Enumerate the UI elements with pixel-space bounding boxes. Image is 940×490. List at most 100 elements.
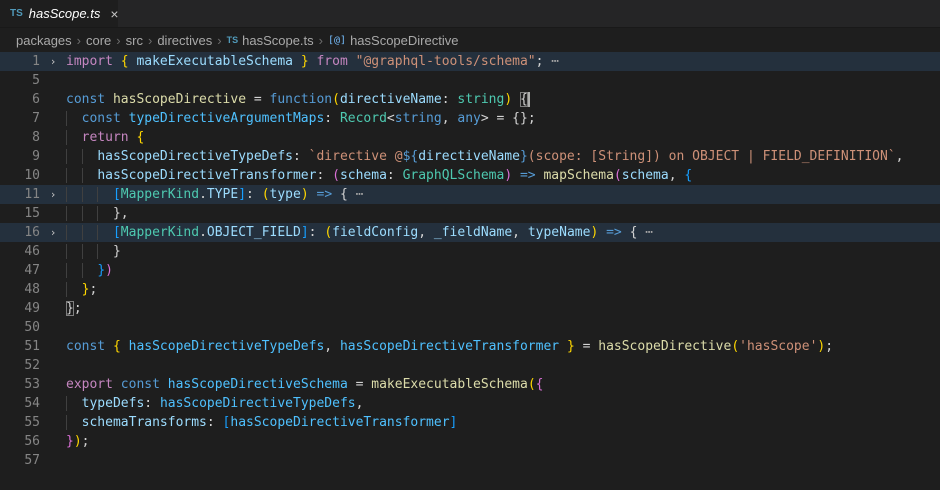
code-line[interactable]: 46 }: [0, 242, 940, 261]
code-line[interactable]: 47 }): [0, 261, 940, 280]
code-token: GraphQLSchema: [403, 168, 505, 183]
code-token: ): [74, 434, 82, 449]
indent-guide: [97, 187, 113, 202]
line-number[interactable]: 15: [0, 204, 40, 223]
code-token: [121, 339, 129, 354]
line-number[interactable]: 6: [0, 90, 40, 109]
breadcrumb-item-directives[interactable]: directives: [157, 33, 212, 48]
code-line[interactable]: 51const { hasScopeDirectiveTypeDefs, has…: [0, 337, 940, 356]
breadcrumb-item-src[interactable]: src: [126, 33, 143, 48]
line-number[interactable]: 9: [0, 147, 40, 166]
code-line[interactable]: 50: [0, 318, 940, 337]
code-line[interactable]: 53export const hasScopeDirectiveSchema =…: [0, 375, 940, 394]
line-number[interactable]: 48: [0, 280, 40, 299]
breadcrumb-label: directives: [157, 33, 212, 48]
indent-guide: [82, 187, 98, 202]
code-token: (: [332, 168, 340, 183]
code-line[interactable]: 57: [0, 451, 940, 470]
code-token: "@graphql-tools/schema": [356, 54, 536, 69]
code-token: schema: [340, 168, 387, 183]
line-number[interactable]: 55: [0, 413, 40, 432]
code-line[interactable]: 11› [MapperKind.TYPE]: (type) => { ⋯: [0, 185, 940, 204]
fold-chevron-icon[interactable]: ›: [40, 185, 66, 204]
code-text: hasScopeDirectiveTransformer: (schema: G…: [66, 166, 940, 185]
code-token: function: [270, 92, 333, 107]
code-token: type: [270, 187, 301, 202]
fold-gutter: [40, 261, 66, 280]
breadcrumb-item-hasscope-ts[interactable]: TShasScope.ts: [227, 33, 314, 48]
close-icon[interactable]: ×: [110, 7, 118, 21]
code-text: }): [66, 261, 940, 280]
code-token: }: [301, 54, 309, 69]
line-number[interactable]: 46: [0, 242, 40, 261]
code-token: :: [316, 168, 332, 183]
code-line[interactable]: 49};: [0, 299, 940, 318]
breadcrumb-item-core[interactable]: core: [86, 33, 111, 48]
code-token: directiveName: [340, 92, 442, 107]
breadcrumb-item-packages[interactable]: packages: [16, 33, 72, 48]
code-token: ⋯: [637, 225, 653, 240]
line-number[interactable]: 52: [0, 356, 40, 375]
breadcrumb-item-hasscopedirective[interactable]: [@]hasScopeDirective: [328, 33, 458, 48]
line-number[interactable]: 50: [0, 318, 40, 337]
code-text: [66, 318, 940, 337]
line-number[interactable]: 51: [0, 337, 40, 356]
code-token: :: [207, 415, 223, 430]
code-line[interactable]: 48 };: [0, 280, 940, 299]
line-number[interactable]: 49: [0, 299, 40, 318]
line-number[interactable]: 56: [0, 432, 40, 451]
line-number[interactable]: 1: [0, 52, 40, 71]
tab-title: hasScope.ts: [29, 6, 101, 21]
line-number[interactable]: 57: [0, 451, 40, 470]
code-token: =: [246, 92, 269, 107]
code-token: ,: [442, 111, 458, 126]
line-number[interactable]: 5: [0, 71, 40, 90]
line-number[interactable]: 10: [0, 166, 40, 185]
code-token: ]: [450, 415, 458, 430]
indent-guide: [97, 206, 113, 221]
typescript-file-icon: TS: [227, 35, 239, 45]
code-token: }: [520, 149, 528, 164]
code-token: {};: [512, 111, 535, 126]
code-line[interactable]: 15 },: [0, 204, 940, 223]
code-token: :: [144, 396, 160, 411]
line-number[interactable]: 47: [0, 261, 40, 280]
code-token: ;: [74, 301, 82, 316]
indent-guide: [82, 263, 98, 278]
code-token: ): [301, 187, 309, 202]
line-number[interactable]: 54: [0, 394, 40, 413]
fold-chevron-icon[interactable]: ›: [40, 52, 66, 71]
code-token: ,: [512, 225, 528, 240]
fold-gutter: [40, 147, 66, 166]
code-token: const: [82, 111, 121, 126]
code-token: ;: [82, 434, 90, 449]
code-line[interactable]: 5: [0, 71, 940, 90]
line-number[interactable]: 16: [0, 223, 40, 242]
code-token: const: [121, 377, 160, 392]
code-text: [66, 451, 940, 470]
code-line[interactable]: 6const hasScopeDirective = function(dire…: [0, 90, 940, 109]
code-token: {: [121, 54, 129, 69]
code-token: ;: [825, 339, 833, 354]
line-number[interactable]: 53: [0, 375, 40, 394]
line-number[interactable]: 7: [0, 109, 40, 128]
line-number[interactable]: 8: [0, 128, 40, 147]
code-line[interactable]: 9 hasScopeDirectiveTypeDefs: `directive …: [0, 147, 940, 166]
code-line[interactable]: 8 return {: [0, 128, 940, 147]
code-line[interactable]: 10 hasScopeDirectiveTransformer: (schema…: [0, 166, 940, 185]
code-line[interactable]: 52: [0, 356, 940, 375]
code-line[interactable]: 55 schemaTransforms: [hasScopeDirectiveT…: [0, 413, 940, 432]
tab-bar: TS hasScope.ts ×: [0, 0, 940, 28]
code-line[interactable]: 56});: [0, 432, 940, 451]
code-line[interactable]: 54 typeDefs: hasScopeDirectiveTypeDefs,: [0, 394, 940, 413]
code-token: MapperKind: [121, 225, 199, 240]
code-line[interactable]: 1›import { makeExecutableSchema } from "…: [0, 52, 940, 71]
code-token: directiveName: [418, 149, 520, 164]
code-line[interactable]: 7 const typeDirectiveArgumentMaps: Recor…: [0, 109, 940, 128]
tab-hasscope[interactable]: TS hasScope.ts ×: [0, 0, 118, 27]
breadcrumb-separator-icon: ›: [148, 33, 152, 48]
fold-gutter: [40, 128, 66, 147]
line-number[interactable]: 11: [0, 185, 40, 204]
fold-chevron-icon[interactable]: ›: [40, 223, 66, 242]
code-line[interactable]: 16› [MapperKind.OBJECT_FIELD]: (fieldCon…: [0, 223, 940, 242]
